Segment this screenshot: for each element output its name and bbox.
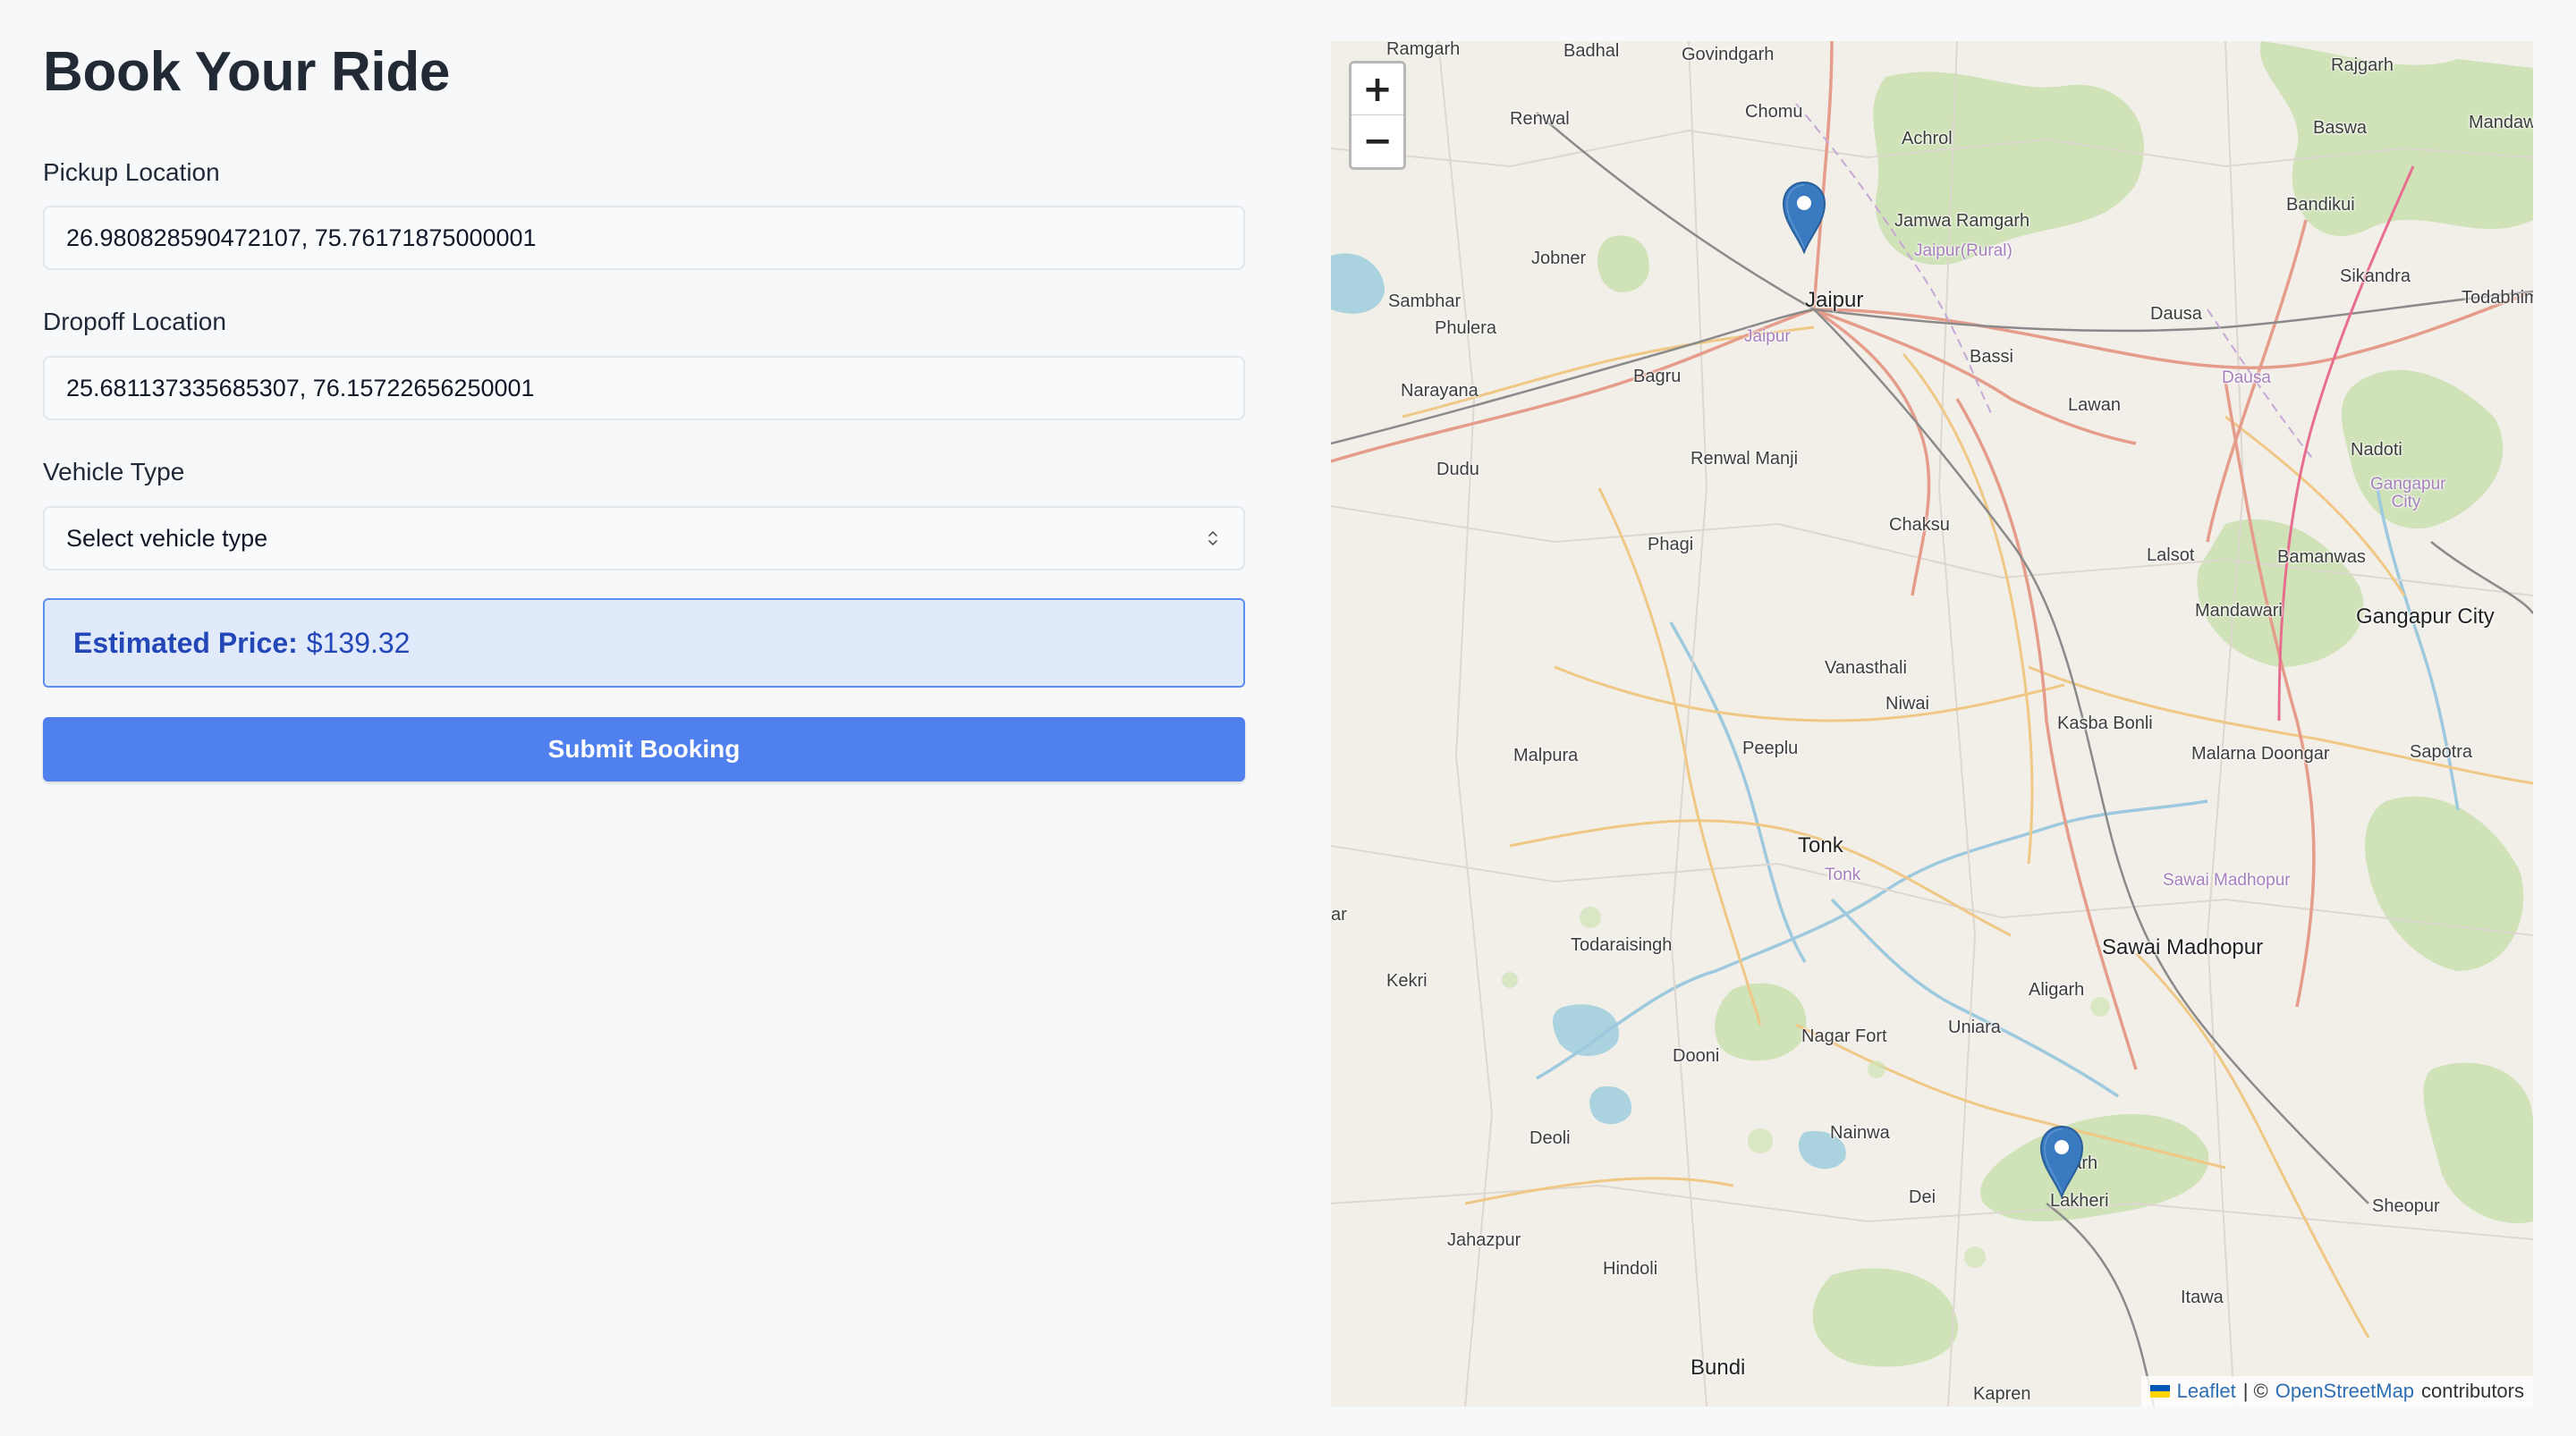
place-dooni: Dooni [1673, 1046, 1720, 1066]
place-bagru: Bagru [1633, 367, 1682, 386]
place-sheopur: Sheopur [2372, 1196, 2440, 1216]
place-jahazpur: Jahazpur [1447, 1230, 1521, 1250]
ukraine-flag-icon [2149, 1385, 2170, 1398]
place-niwai: Niwai [1885, 694, 1929, 714]
place-basw: Baswa [2313, 118, 2368, 138]
place-bassi: Bassi [1970, 347, 2013, 367]
place-vanasthali: Vanasthali [1825, 658, 1907, 678]
place-dudu: Dudu [1436, 460, 1479, 479]
place-phulera: Phulera [1435, 318, 1496, 338]
vehicle-type-selected: Select vehicle type [66, 524, 268, 552]
place-kekri: Kekri [1386, 971, 1428, 991]
place-jaipur: Jaipur [1805, 288, 1864, 312]
place-lalsot: Lalsot [2147, 545, 2195, 565]
attribution-separator: | © [2242, 1380, 2268, 1402]
place-kapren: Kapren [1973, 1384, 2031, 1404]
estimated-price-label: Estimated Price: [73, 626, 298, 659]
dropoff-label: Dropoff Location [43, 308, 226, 335]
openstreetmap-link[interactable]: OpenStreetMap [2275, 1380, 2414, 1403]
place-renwal-manji: Renwal Manji [1690, 449, 1799, 469]
place-renwal: Renwal [1510, 109, 1570, 129]
place-sawai-madhopur-district: Sawai Madhopur [2163, 871, 2291, 890]
place-sikandra: Sikandra [2340, 266, 2411, 286]
leaflet-link[interactable]: Leaflet [2177, 1380, 2236, 1403]
place-aligarh: Aligarh [2029, 980, 2085, 1000]
map[interactable]: Ramgarh Badhal Govindgarh Rajgarh Renwal… [1331, 41, 2533, 1406]
chevron-updown-icon [1204, 525, 1222, 552]
place-lawan: Lawan [2068, 395, 2121, 415]
place-tonk-district: Tonk [1825, 866, 1861, 884]
pickup-input[interactable] [43, 206, 1245, 270]
map-attribution: Leaflet | © OpenStreetMap contributors [2140, 1376, 2533, 1406]
place-jamwa: Jamwa Ramgarh [1894, 211, 2030, 231]
place-hindoli: Hindoli [1603, 1259, 1658, 1279]
estimated-price-value: $139.32 [306, 626, 411, 659]
place-chaksu: Chaksu [1889, 515, 1950, 535]
pickup-marker[interactable] [1782, 181, 1826, 255]
place-deoli: Deoli [1530, 1128, 1571, 1148]
place-govindgarh: Govindgarh [1682, 45, 1775, 64]
place-sapotra: Sapotra [2410, 742, 2473, 762]
place-uniara: Uniara [1948, 1018, 2001, 1037]
place-malpura: Malpura [1513, 746, 1579, 765]
place-mandaw: Mandaw [2469, 113, 2533, 132]
booking-form: Book Your Ride Pickup Location Dropoff L… [43, 36, 1245, 781]
place-jaipur-rural: Jaipur(Rural) [1914, 241, 2012, 260]
place-gangapur-city-district: Gangapur City [2370, 475, 2446, 511]
submit-booking-button[interactable]: Submit Booking [43, 717, 1245, 781]
place-bundi: Bundi [1690, 1356, 1746, 1380]
vehicle-type-select[interactable]: Select vehicle type [43, 506, 1245, 570]
place-nagar-fort: Nagar Fort [1801, 1026, 1887, 1046]
place-narayana: Narayana [1401, 381, 1479, 401]
place-mandawari: Mandawari [2195, 601, 2283, 621]
vehicle-type-label: Vehicle Type [43, 458, 185, 486]
place-tonk: Tonk [1798, 833, 1843, 857]
place-bandikui: Bandikui [2286, 195, 2355, 215]
place-todabhim: Todabhim [2462, 288, 2533, 308]
place-ramgarh: Ramgarh [1386, 41, 1461, 59]
place-dausa-district: Dausa [2222, 368, 2271, 387]
estimated-price-box: Estimated Price: $139.32 [43, 598, 1245, 688]
dropoff-marker[interactable] [2039, 1125, 2084, 1199]
place-jobner: Jobner [1531, 249, 1587, 268]
place-todaraisingh: Todaraisingh [1571, 935, 1673, 955]
place-chomu: Chomu [1745, 102, 1803, 122]
zoom-out-button[interactable]: − [1352, 115, 1403, 167]
place-achrol: Achrol [1902, 129, 1953, 148]
zoom-in-button[interactable]: + [1352, 63, 1403, 115]
place-kasba-bonli: Kasba Bonli [2057, 714, 2153, 733]
place-dausa: Dausa [2150, 304, 2202, 324]
attribution-contributors: contributors [2421, 1380, 2524, 1402]
place-nainwa: Nainwa [1830, 1123, 1890, 1143]
dropoff-input[interactable] [43, 356, 1245, 420]
place-malarna-doongar: Malarna Doongar [2191, 744, 2330, 764]
place-bamanwas: Bamanwas [2277, 547, 2366, 567]
place-rajgarh: Rajgarh [2331, 55, 2394, 75]
zoom-control: + − [1349, 61, 1406, 170]
place-nadoti: Nadoti [2351, 440, 2402, 460]
place-itawa: Itawa [2181, 1288, 2224, 1307]
place-badhal: Badhal [1563, 41, 1620, 61]
place-sawai-madhopur: Sawai Madhopur [2102, 935, 2264, 959]
place-dei: Dei [1909, 1187, 1936, 1207]
place-phagi: Phagi [1648, 535, 1694, 554]
place-gangapur-city: Gangapur City [2356, 604, 2495, 629]
place-peeplu: Peeplu [1742, 739, 1799, 758]
place-ar: ar [1331, 905, 1347, 925]
place-sambhar: Sambhar [1388, 291, 1462, 311]
page-title: Book Your Ride [43, 41, 451, 103]
place-jaipur-district: Jaipur [1744, 327, 1791, 346]
pickup-label: Pickup Location [43, 158, 220, 186]
